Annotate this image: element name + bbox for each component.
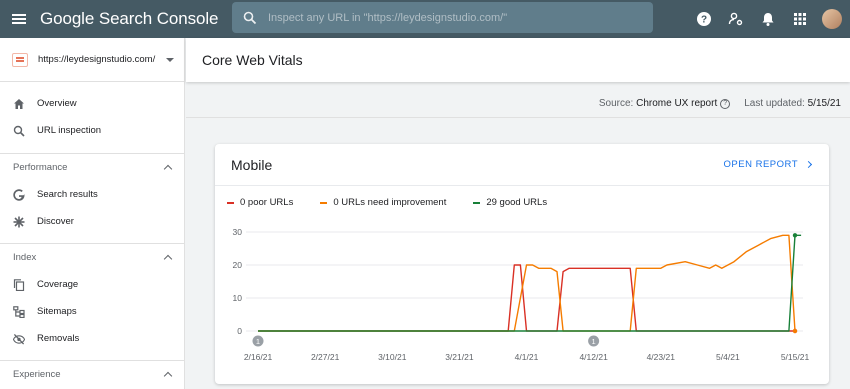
app-header: Google Search Console ? <box>0 0 850 38</box>
asterisk-icon <box>13 216 25 228</box>
dropdown-caret-icon <box>166 57 174 62</box>
sidebar-item-label: Sitemaps <box>37 306 77 317</box>
y-tick-label: 10 <box>233 293 243 303</box>
sidebar-item-label: Overview <box>37 98 77 109</box>
sidebar-item-label: Search results <box>37 189 98 200</box>
svg-text:?: ? <box>701 15 707 26</box>
sidebar-item-sitemaps[interactable]: Sitemaps <box>0 298 184 325</box>
help-icon[interactable]: ? <box>720 98 731 109</box>
legend-label: 0 poor URLs <box>240 197 294 208</box>
series-end-point <box>792 233 798 238</box>
legend-swatch <box>227 201 234 204</box>
legend-label: 29 good URLs <box>486 197 548 208</box>
y-tick-label: 20 <box>233 260 243 270</box>
source-value: Chrome UX report <box>636 98 718 109</box>
source-label: Source: <box>598 98 634 109</box>
account-settings-icon[interactable] <box>720 0 752 38</box>
section-title: Experience <box>13 369 61 380</box>
visibility-off-icon <box>13 333 25 345</box>
search-input[interactable] <box>268 11 638 24</box>
open-report-button[interactable]: OPEN REPORT <box>723 159 813 170</box>
legend-swatch <box>320 201 328 204</box>
annotation-label: 1 <box>592 337 596 346</box>
section-index[interactable]: Index <box>0 243 184 271</box>
avatar[interactable] <box>822 9 842 29</box>
series-end-point <box>792 328 798 334</box>
x-tick-label: 2/16/21 <box>244 352 273 362</box>
search-icon <box>232 11 268 25</box>
x-tick-label: 4/1/21 <box>515 352 539 362</box>
chevron-right-icon <box>804 160 813 169</box>
legend-label: 0 URLs need improvement <box>333 197 447 208</box>
section-experience[interactable]: Experience <box>0 360 184 388</box>
chevron-up-icon <box>163 164 173 174</box>
section-title: Performance <box>13 162 68 173</box>
legend-item-need-improvement[interactable]: 0 URLs need improvement <box>320 197 446 208</box>
sidebar-item-removals[interactable]: Removals <box>0 325 184 352</box>
report-meta: Source: Chrome UX report ? Last updated:… <box>186 90 850 118</box>
y-tick-label: 0 <box>237 326 242 336</box>
sitemap-icon <box>13 305 25 318</box>
sidebar-item-overview[interactable]: Overview <box>0 90 184 117</box>
x-tick-label: 4/23/21 <box>647 352 676 362</box>
section-performance[interactable]: Performance <box>0 153 184 181</box>
help-icon[interactable]: ? <box>688 0 720 38</box>
chevron-up-icon <box>163 371 173 381</box>
sidebar-item-coverage[interactable]: Coverage <box>0 271 184 298</box>
card-header: Mobile OPEN REPORT <box>215 144 829 186</box>
page-title: Core Web Vitals <box>186 38 850 82</box>
sidebar: https://leydesignstudio.com/ Overview UR… <box>0 38 185 389</box>
x-tick-label: 3/10/21 <box>378 352 407 362</box>
legend-swatch <box>473 201 481 204</box>
notifications-icon[interactable] <box>752 0 784 38</box>
search-icon <box>13 125 25 137</box>
menu-icon[interactable] <box>0 0 38 38</box>
annotation-label: 1 <box>256 337 260 346</box>
chevron-up-icon <box>163 254 173 264</box>
open-report-label: OPEN REPORT <box>723 159 798 170</box>
app-title[interactable]: Google Search Console <box>40 9 230 29</box>
updated-value: 5/15/21 <box>807 98 841 109</box>
x-tick-label: 3/21/21 <box>445 352 474 362</box>
series-line-need-improvement <box>258 234 796 332</box>
property-selector[interactable]: https://leydesignstudio.com/ <box>0 38 184 82</box>
home-icon <box>13 98 25 110</box>
sidebar-item-discover[interactable]: Discover <box>0 208 184 235</box>
core-web-vitals-chart: 0 10 20 30 2/16/21 2/27/21 3/10/21 3/21/21 4/1/2… <box>233 227 810 362</box>
x-tick-label: 4/12/21 <box>579 352 608 362</box>
mobile-card: Mobile OPEN REPORT 0 poor URLs 0 URLs ne… <box>215 144 829 384</box>
sidebar-item-label: Coverage <box>37 279 79 290</box>
y-tick-label: 30 <box>233 227 243 237</box>
x-tick-label: 5/4/21 <box>716 352 740 362</box>
sidebar-item-url-inspection[interactable]: URL inspection <box>0 117 184 144</box>
property-logo-icon <box>12 52 28 67</box>
legend-item-good[interactable]: 29 good URLs <box>473 197 547 208</box>
copy-icon <box>13 278 25 291</box>
sidebar-item-label: URL inspection <box>37 125 102 136</box>
apps-icon[interactable] <box>784 0 816 38</box>
card-title: Mobile <box>231 156 273 173</box>
x-tick-label: 5/15/21 <box>781 352 810 362</box>
url-inspection-search[interactable] <box>232 2 653 33</box>
sidebar-item-label: Removals <box>37 333 80 344</box>
chart-legend: 0 poor URLs 0 URLs need improvement 29 g… <box>227 197 574 208</box>
updated-label: Last updated: <box>744 98 805 109</box>
legend-item-poor[interactable]: 0 poor URLs <box>227 197 293 208</box>
property-url: https://leydesignstudio.com/ <box>38 54 156 65</box>
section-title: Index <box>13 252 37 263</box>
sidebar-item-label: Discover <box>37 216 74 227</box>
google-g-icon <box>13 188 25 201</box>
sidebar-item-search-results[interactable]: Search results <box>0 181 184 208</box>
series-line-good <box>258 234 802 332</box>
x-tick-label: 2/27/21 <box>311 352 340 362</box>
